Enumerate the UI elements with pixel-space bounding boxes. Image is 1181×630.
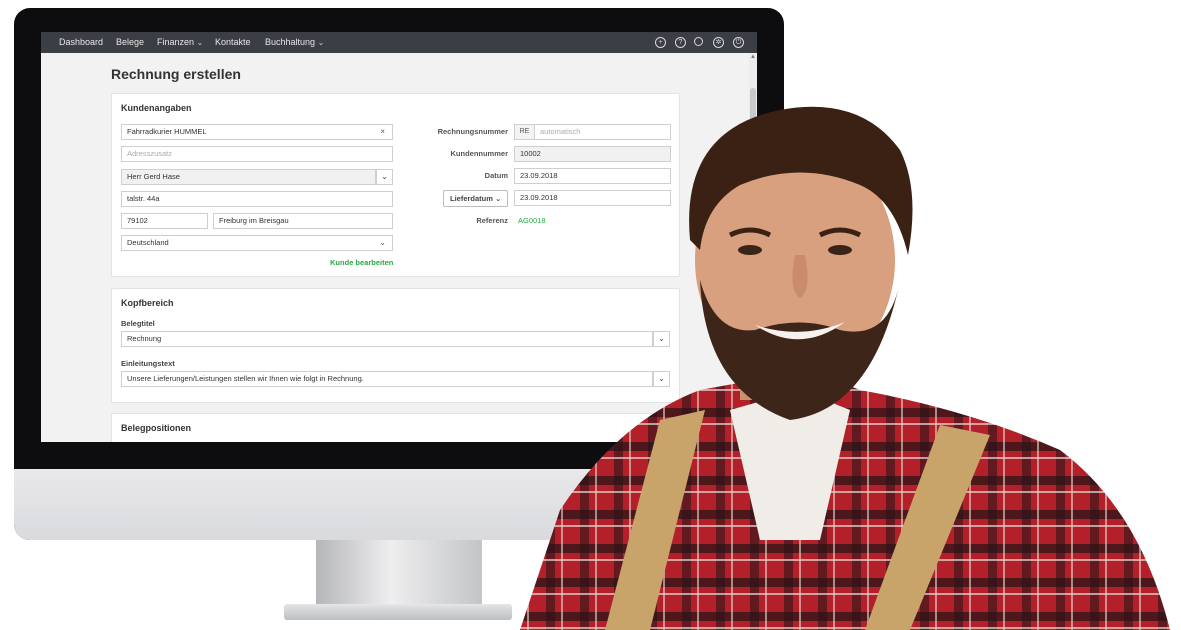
right-eye: [828, 245, 852, 255]
edit-customer-link[interactable]: Kunde bearbeiten: [330, 258, 393, 267]
scroll-up-arrow-icon[interactable]: ▲: [749, 54, 757, 62]
power-icon[interactable]: ⏻: [733, 37, 744, 48]
nav-belege-label: Belege: [116, 37, 145, 47]
chevron-down-icon: ⌄: [381, 172, 388, 181]
address-extra-placeholder: Adresszusatz: [127, 149, 173, 158]
chevron-down-icon: ⌄: [317, 38, 325, 47]
search-icon[interactable]: [694, 37, 703, 46]
zip-input[interactable]: 79102: [121, 213, 208, 229]
card-title-kundenangaben: Kundenangaben: [121, 103, 192, 113]
country-select[interactable]: Deutschland ⌄: [121, 235, 393, 251]
contact-person-value: Herr Gerd Hase: [127, 172, 180, 181]
invoice-number-label: Rechnungsnummer: [437, 127, 508, 136]
nav-dashboard-label: Dashboard: [59, 37, 104, 47]
chevron-down-icon: ⌄: [379, 238, 386, 247]
einleitung-value: Unsere Lieferungen/Leistungen stellen wi…: [127, 374, 364, 383]
page-title: Rechnung erstellen: [111, 66, 241, 82]
contact-dropdown-button[interactable]: ⌄: [376, 169, 393, 185]
nav-kontakte[interactable]: Kontakte: [215, 37, 251, 47]
city-input[interactable]: Freiburg im Breisgau: [213, 213, 393, 229]
monitor-stand: [316, 540, 482, 606]
delivery-date-button-label: Lieferdatum: [450, 194, 493, 203]
belegtitel-label: Belegtitel: [121, 319, 155, 328]
nav-belege[interactable]: Belege: [116, 37, 144, 47]
chevron-down-icon: ⌄: [196, 38, 204, 47]
company-value: Fahrradkurier HUMMEL: [127, 127, 207, 136]
einleitung-label: Einleitungstext: [121, 359, 175, 368]
plus-circle-icon[interactable]: +: [655, 37, 666, 48]
card-title-kopfbereich: Kopfbereich: [121, 298, 174, 308]
address-extra-input[interactable]: Adresszusatz: [121, 146, 393, 162]
nav-kontakte-label: Kontakte: [215, 37, 251, 47]
zip-value: 79102: [127, 216, 148, 225]
company-input[interactable]: Fahrradkurier HUMMEL ×: [121, 124, 393, 140]
city-value: Freiburg im Breisgau: [219, 216, 289, 225]
nav-buchhaltung-label: Buchhaltung: [265, 37, 316, 47]
monitor-foot: [284, 604, 512, 620]
nav-finanzen-label: Finanzen: [157, 37, 195, 47]
gear-icon[interactable]: ✲: [713, 37, 724, 48]
nav-buchhaltung[interactable]: Buchhaltung ⌄: [265, 37, 324, 47]
belegtitel-value: Rechnung: [127, 334, 162, 343]
help-icon[interactable]: ?: [675, 37, 686, 48]
clear-icon[interactable]: ×: [380, 125, 385, 139]
contact-person-select[interactable]: Herr Gerd Hase: [121, 169, 376, 185]
street-value: talstr. 44a: [127, 194, 160, 203]
top-navigation: Dashboard Belege Finanzen ⌄ Kontakte Buc…: [41, 32, 757, 53]
street-input[interactable]: talstr. 44a: [121, 191, 393, 207]
nav-dashboard[interactable]: Dashboard: [59, 37, 103, 47]
person-photo: [520, 106, 1170, 630]
nav-finanzen[interactable]: Finanzen ⌄: [157, 37, 203, 47]
delivery-date-dropdown[interactable]: Lieferdatum ⌄: [443, 190, 509, 207]
country-value: Deutschland: [127, 238, 169, 247]
card-title-belegpositionen: Belegpositionen: [121, 423, 192, 433]
left-eye: [738, 245, 762, 255]
